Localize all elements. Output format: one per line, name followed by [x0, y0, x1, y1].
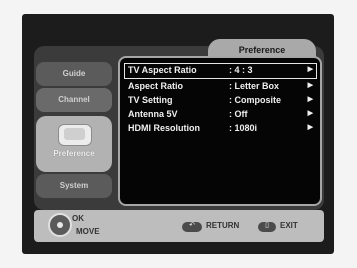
tab-system[interactable]: System	[36, 174, 112, 198]
preference-tv-icon	[58, 124, 92, 146]
setting-value: : 1080i	[229, 123, 258, 133]
ok-hint: OK	[72, 214, 84, 223]
setting-tv-aspect-ratio[interactable]: TV Aspect Ratio : 4 : 3 ▶	[124, 63, 317, 79]
setting-label: Aspect Ratio	[128, 81, 184, 91]
tv-screen: Preference Guide Channel Preference Syst…	[22, 14, 334, 254]
return-icon[interactable]: ↶	[182, 222, 202, 232]
setting-value: : Off	[229, 109, 248, 119]
setting-tv-setting[interactable]: TV Setting : Composite ▶	[125, 93, 316, 107]
dpad-icon	[48, 213, 72, 237]
setting-label: HDMI Resolution	[128, 123, 200, 133]
arrow-right-icon: ▶	[307, 82, 313, 89]
remote-hint-bar: OK MOVE ↶ RETURN ▯ EXIT	[34, 210, 324, 242]
setting-value: : Composite	[229, 95, 282, 105]
return-hint: RETURN	[206, 221, 240, 230]
setting-aspect-ratio[interactable]: Aspect Ratio : Letter Box ▶	[125, 79, 316, 93]
tab-preference-label: Preference	[53, 149, 95, 158]
arrow-right-icon: ▶	[307, 66, 313, 73]
tab-preference[interactable]: Preference	[36, 116, 112, 172]
arrow-right-icon: ▶	[307, 124, 313, 131]
exit-icon[interactable]: ▯	[258, 222, 276, 232]
setting-value: : Letter Box	[229, 81, 280, 91]
setting-label: TV Aspect Ratio	[128, 65, 197, 75]
arrow-right-icon: ▶	[307, 110, 313, 117]
settings-list: TV Aspect Ratio : 4 : 3 ▶ Aspect Ratio :…	[118, 56, 322, 206]
setting-antenna-5v[interactable]: Antenna 5V : Off ▶	[125, 107, 316, 121]
tab-channel[interactable]: Channel	[36, 88, 112, 112]
exit-hint: EXIT	[280, 221, 298, 230]
setting-value: : 4 : 3	[229, 65, 253, 75]
arrow-right-icon: ▶	[307, 96, 313, 103]
setting-label: Antenna 5V	[128, 109, 178, 119]
tab-guide[interactable]: Guide	[36, 62, 112, 86]
setting-hdmi-resolution[interactable]: HDMI Resolution : 1080i ▶	[125, 121, 316, 135]
setting-label: TV Setting	[128, 95, 173, 105]
move-hint: MOVE	[76, 227, 100, 236]
